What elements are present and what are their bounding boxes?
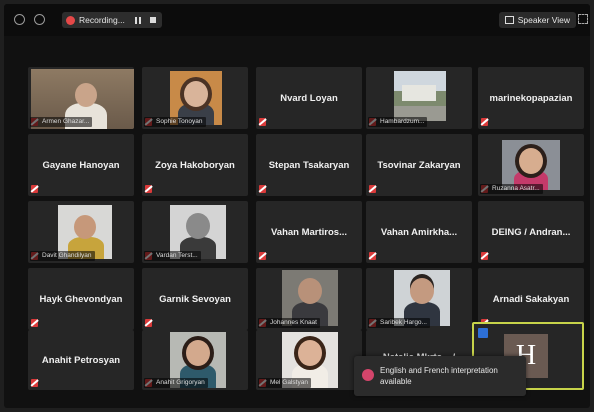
participant-face	[75, 83, 97, 107]
participant-tile[interactable]: Tsovinar Zakaryan	[366, 134, 472, 196]
participant-name: Johannes Knaat	[258, 318, 320, 328]
mic-muted-icon	[259, 185, 266, 193]
spotlight-icon	[478, 328, 488, 338]
participant-tile[interactable]: Gayane Hanoyan	[28, 134, 134, 196]
mic-muted-icon	[369, 252, 376, 260]
participant-name: Vahan Martiros...	[270, 226, 348, 238]
participant-name: Ruzanna Asatr...	[480, 184, 543, 194]
participant-name: Hambardzum...	[368, 117, 428, 127]
participant-video	[502, 140, 560, 190]
participant-name: Anahit Petrosyan	[41, 354, 121, 366]
mic-muted-icon	[369, 185, 376, 193]
participant-face	[184, 81, 208, 107]
participant-name: Mel Galstyan	[258, 378, 311, 388]
participant-tile[interactable]: Vahan Amirkha...	[366, 201, 472, 263]
participant-name: Anahit Grigoryan	[144, 378, 208, 388]
participant-name: Armen Ghazar...	[30, 117, 93, 127]
mic-muted-icon	[481, 252, 488, 260]
info-icon[interactable]	[14, 14, 25, 25]
participant-face	[298, 278, 322, 304]
mic-muted-icon	[145, 319, 152, 327]
recording-label: Recording...	[79, 15, 125, 25]
pause-recording-icon[interactable]	[134, 16, 141, 24]
participant-tile[interactable]: Saribek Hargo...	[366, 268, 472, 330]
participant-face	[74, 215, 96, 239]
participant-tile[interactable]: Anahit Grigoryan	[142, 330, 248, 390]
mic-muted-icon	[145, 185, 152, 193]
participant-tile[interactable]: Vahan Martiros...	[256, 201, 362, 263]
participant-name: Garnik Sevoyan	[159, 293, 231, 305]
participant-name: DEING / Andran...	[491, 226, 571, 238]
stop-recording-icon[interactable]	[149, 17, 156, 23]
mic-muted-icon	[259, 252, 266, 260]
fullscreen-icon[interactable]	[578, 14, 588, 24]
notice-line-2: available	[380, 377, 412, 386]
participant-name: Vardan Terst...	[144, 251, 201, 261]
view-grid-icon	[504, 16, 514, 24]
interpretation-notice[interactable]: English and French interpretation availa…	[354, 356, 526, 396]
record-icon	[66, 15, 75, 25]
speaker-view-label: Speaker View	[517, 15, 570, 25]
participant-tile[interactable]: Stepan Tsakaryan	[256, 134, 362, 196]
participant-face	[519, 148, 543, 174]
mic-muted-icon	[31, 185, 38, 193]
participant-name: Nvard Loyan	[280, 92, 338, 104]
meeting-frame: Recording... Speaker View Armen Ghazar..…	[4, 4, 590, 408]
mic-muted-icon	[481, 118, 488, 126]
participant-tile[interactable]: Arnadi Sakakyan	[478, 268, 584, 330]
participant-tile[interactable]: Hayk Ghevondyan	[28, 268, 134, 330]
participant-face	[298, 340, 322, 366]
speaker-view-button[interactable]: Speaker View	[498, 12, 576, 28]
participant-tile[interactable]: Anahit Petrosyan	[28, 330, 134, 390]
participant-tile[interactable]: Johannes Knaat	[256, 268, 362, 330]
participant-name: Sophie Tonoyan	[144, 117, 206, 127]
top-bar: Recording... Speaker View	[4, 4, 590, 36]
notice-line-1: English and French interpretation	[380, 366, 498, 375]
participant-tile[interactable]: marinekopapazian	[478, 67, 584, 129]
participant-name: Tsovinar Zakaryan	[377, 159, 461, 171]
participant-tile[interactable]: Ruzanna Asatr...	[478, 134, 584, 196]
participant-tile[interactable]: Vardan Terst...	[142, 201, 248, 263]
participant-face	[186, 340, 210, 366]
participant-tile[interactable]: Sophie Tonoyan	[142, 67, 248, 129]
participant-video	[394, 71, 446, 121]
zoom-window: Recording... Speaker View Armen Ghazar..…	[0, 0, 594, 412]
participant-tile[interactable]: DEING / Andran...	[478, 201, 584, 263]
participant-name: Vahan Amirkha...	[380, 226, 458, 238]
participant-name: Hayk Ghevondyan	[39, 293, 123, 305]
participant-name: Zoya Hakoboryan	[155, 159, 235, 171]
participant-tile[interactable]: Nvard Loyan	[256, 67, 362, 129]
participant-name: Saribek Hargo...	[368, 318, 430, 328]
participant-name: Davit Ghandilyan	[30, 251, 95, 261]
participant-tile[interactable]: Armen Ghazar...	[28, 67, 134, 129]
building-shape	[402, 85, 436, 101]
participant-tile[interactable]: Mel Galstyan	[256, 330, 362, 390]
participant-name: Arnadi Sakakyan	[492, 293, 570, 305]
participant-tile[interactable]: Garnik Sevoyan	[142, 268, 248, 330]
mic-muted-icon	[31, 319, 38, 327]
shield-icon[interactable]	[34, 14, 45, 25]
participant-face	[186, 213, 210, 239]
mic-muted-icon	[31, 379, 38, 387]
participant-name: Stepan Tsakaryan	[268, 159, 350, 171]
interpretation-globe-icon	[362, 369, 374, 381]
recording-indicator: Recording...	[62, 12, 162, 28]
participant-name: Gayane Hanoyan	[42, 159, 120, 171]
participant-tile[interactable]: Hambardzum...	[366, 67, 472, 129]
participant-name: marinekopapazian	[489, 92, 573, 104]
mic-muted-icon	[259, 118, 266, 126]
participant-tile[interactable]: Zoya Hakoboryan	[142, 134, 248, 196]
participant-face	[410, 278, 434, 304]
participant-tile[interactable]: Davit Ghandilyan	[28, 201, 134, 263]
